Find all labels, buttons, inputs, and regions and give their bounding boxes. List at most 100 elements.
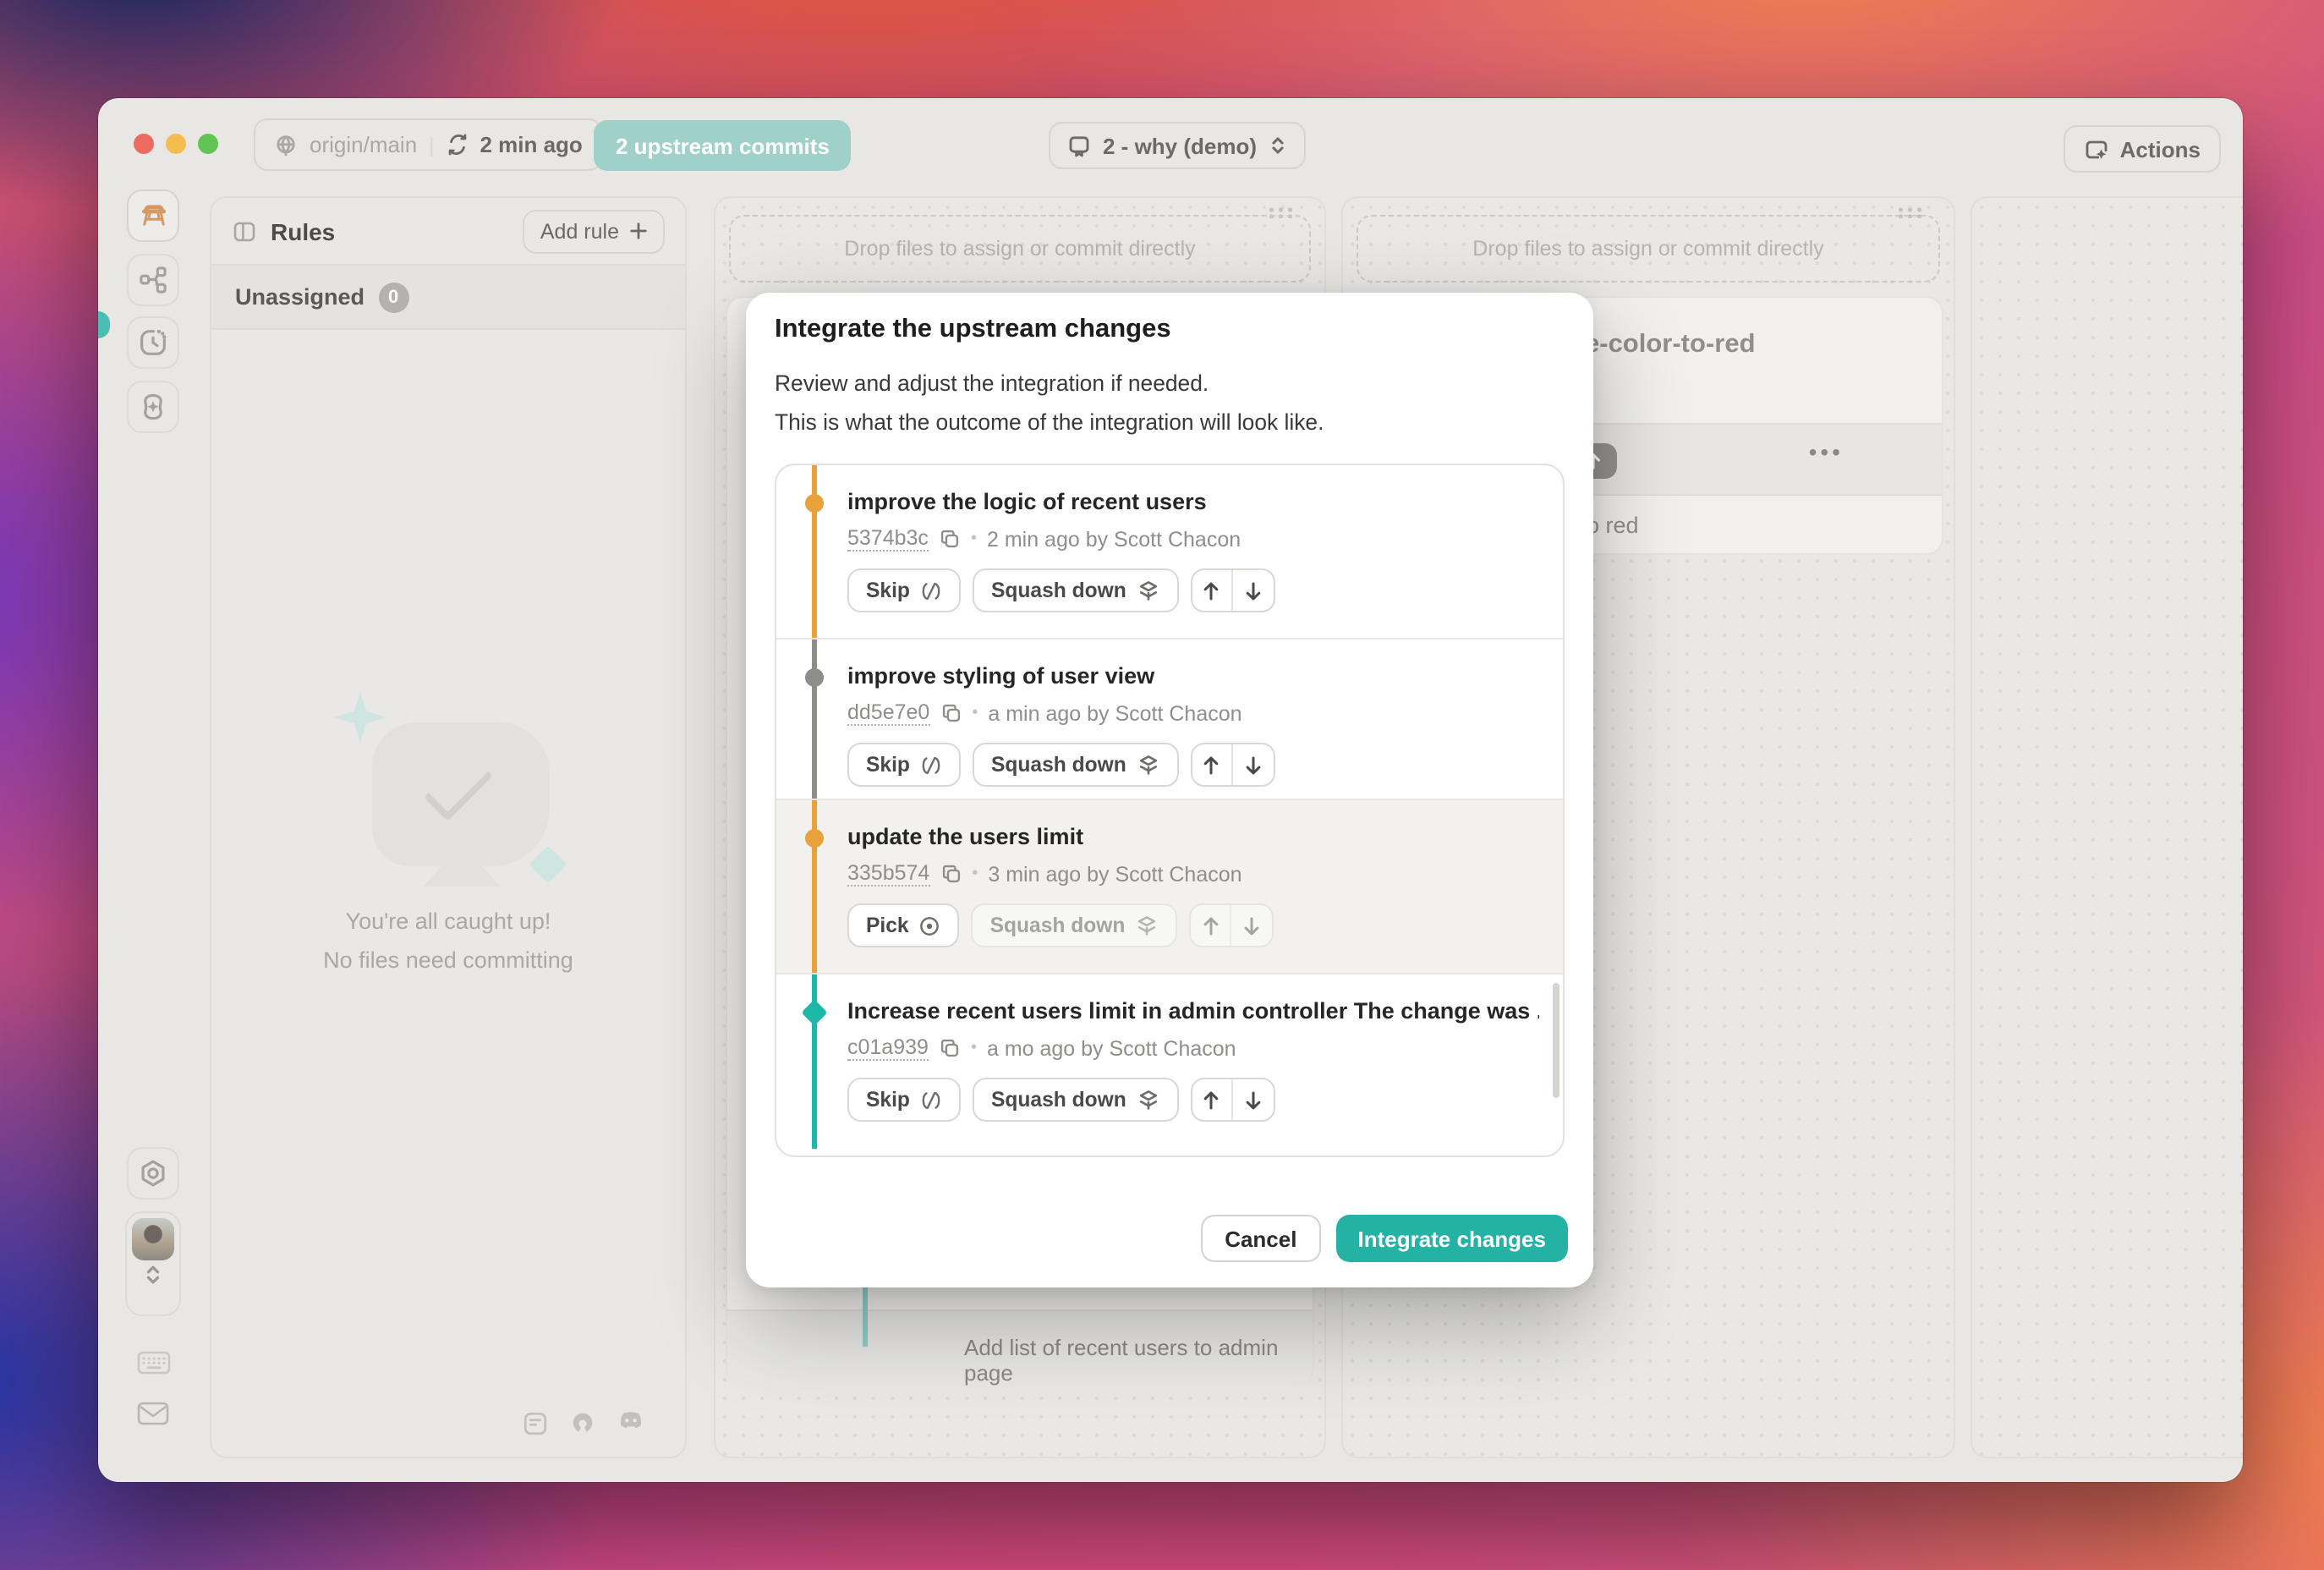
commit-meta: 335b574 • 3 min ago by Scott Chacon — [847, 861, 1242, 887]
sidebar-item-branches[interactable] — [127, 254, 179, 306]
commit-title: Increase recent users limit in admin con… — [847, 998, 1539, 1024]
copy-icon[interactable] — [939, 1037, 961, 1059]
commit-row: Increase recent users limit in admin con… — [776, 974, 1563, 1149]
squash-down-button[interactable]: Squash down — [972, 903, 1178, 947]
remote-icon — [274, 133, 298, 156]
commit-meta: dd5e7e0 • a min ago by Scott Chacon — [847, 700, 1242, 726]
rules-panel-title: Rules — [271, 217, 335, 244]
sidebar-item-assistant[interactable] — [127, 381, 179, 433]
move-up-button[interactable] — [1191, 905, 1231, 946]
squash-down-button[interactable]: Squash down — [973, 1078, 1179, 1122]
open-source-icon[interactable] — [570, 1411, 595, 1436]
commit-title: improve styling of user view — [847, 663, 1539, 689]
zoom-window-button[interactable] — [198, 134, 218, 154]
kebab-menu-icon[interactable]: ••• — [1809, 438, 1844, 465]
commit-dot-icon — [805, 668, 824, 687]
commit-row: improve the logic of recent users 5374b3… — [776, 465, 1563, 640]
upstream-commits-badge[interactable]: 2 upstream commits — [594, 120, 852, 171]
squash-down-icon — [1137, 753, 1160, 777]
empty-state-title: You're all caught up! — [211, 909, 685, 934]
commit-hash-link[interactable]: 5374b3c — [847, 526, 929, 552]
unassigned-section-header[interactable]: Unassigned 0 — [211, 266, 685, 330]
squash-down-label: Squash down — [991, 753, 1126, 777]
drop-zone-label: Drop files to assign or commit directly — [844, 237, 1195, 261]
commit-title[interactable]: o red — [1587, 513, 1639, 538]
move-up-button[interactable] — [1192, 744, 1233, 785]
avatar — [132, 1218, 174, 1260]
discord-icon[interactable] — [617, 1411, 644, 1436]
upstream-badge-label: 2 upstream commits — [616, 133, 830, 158]
move-down-button[interactable] — [1233, 1079, 1274, 1120]
add-rule-label: Add rule — [540, 219, 619, 243]
cancel-button[interactable]: Cancel — [1201, 1215, 1320, 1262]
squash-down-button[interactable]: Squash down — [973, 568, 1179, 612]
sidebar-item-workspace[interactable] — [127, 189, 179, 242]
commit-row: improve styling of user view dd5e7e0 • a… — [776, 640, 1563, 800]
reorder-buttons — [1189, 903, 1274, 947]
empty-state-subtitle: No files need committing — [211, 947, 685, 973]
sidebar-item-history[interactable] — [127, 316, 179, 369]
list-scrollbar[interactable] — [1553, 983, 1559, 1098]
drop-zone[interactable]: Drop files to assign or commit directly — [729, 215, 1311, 283]
commit-title: improve the logic of recent users — [847, 489, 1539, 514]
skip-button[interactable]: Skip — [847, 743, 961, 787]
settings-button[interactable] — [127, 1147, 179, 1199]
profile-switcher[interactable] — [125, 1211, 181, 1316]
move-up-button[interactable] — [1192, 570, 1233, 611]
workbench-icon — [138, 200, 168, 231]
copy-icon[interactable] — [940, 702, 962, 724]
squash-down-label: Squash down — [991, 1088, 1126, 1112]
skip-button[interactable]: Skip — [847, 568, 961, 612]
pick-button[interactable]: Pick — [847, 903, 960, 947]
commit-row[interactable]: Add list of recent users to admin page — [727, 1309, 1313, 1386]
commit-meta: c01a939 • a mo ago by Scott Chacon — [847, 1035, 1236, 1061]
rules-header: Rules Add rule — [211, 198, 685, 266]
empty-state-illustration — [321, 705, 575, 925]
move-down-button[interactable] — [1233, 570, 1274, 611]
move-down-button[interactable] — [1231, 905, 1272, 946]
move-up-button[interactable] — [1192, 1079, 1233, 1120]
chevron-updown-icon — [144, 1264, 162, 1286]
actions-button[interactable]: Actions — [2064, 125, 2221, 173]
unassigned-count-badge: 0 — [378, 282, 408, 312]
commit-hash-link[interactable]: c01a939 — [847, 1035, 929, 1061]
move-down-button[interactable] — [1233, 744, 1274, 785]
drop-zone[interactable]: Drop files to assign or commit directly — [1357, 215, 1940, 283]
branch-name[interactable]: e-color-to-red — [1585, 330, 1756, 360]
keyboard-icon[interactable] — [137, 1350, 171, 1375]
diamond-decoration-icon — [529, 845, 567, 883]
app-root: origin/main | 2 min ago 2 upstream commi… — [0, 0, 2324, 1570]
pick-label: Pick — [866, 914, 909, 937]
stack-lane-new: Dra bran — [1970, 196, 2243, 1458]
commit-author-time: a mo ago by Scott Chacon — [987, 1036, 1236, 1060]
gear-icon — [139, 1159, 167, 1188]
squash-down-icon — [1137, 579, 1160, 602]
plus-icon — [629, 222, 648, 240]
copy-icon[interactable] — [940, 863, 962, 885]
eye-icon — [919, 914, 941, 936]
commit-author-time: 3 min ago by Scott Chacon — [988, 862, 1241, 886]
copy-icon[interactable] — [939, 528, 961, 550]
timeline-line — [812, 465, 817, 638]
history-clock-icon — [139, 328, 167, 357]
unassigned-label: Unassigned — [235, 284, 364, 310]
minimize-window-button[interactable] — [166, 134, 186, 154]
upstream-commit-list: improve the logic of recent users 5374b3… — [775, 464, 1565, 1157]
mail-icon[interactable] — [137, 1401, 169, 1426]
skip-button[interactable]: Skip — [847, 1078, 961, 1122]
skip-icon — [920, 754, 942, 776]
rules-panel: Rules Add rule Unassigned 0 You're — [210, 196, 687, 1458]
commit-actions: Pick Squash down — [847, 903, 1274, 947]
commit-hash-link[interactable]: dd5e7e0 — [847, 700, 929, 726]
integrate-changes-button[interactable]: Integrate changes — [1335, 1215, 1568, 1262]
remote-status-pill[interactable]: origin/main | 2 min ago — [254, 118, 603, 171]
reorder-buttons — [1191, 1078, 1275, 1122]
add-rule-button[interactable]: Add rule — [523, 209, 665, 253]
commit-hash-link[interactable]: 335b574 — [847, 861, 929, 887]
changelog-icon[interactable] — [523, 1411, 548, 1436]
squash-down-button[interactable]: Squash down — [973, 743, 1179, 787]
project-selector[interactable]: 2 - why (demo) — [1049, 122, 1306, 169]
branches-icon — [139, 266, 167, 294]
meta-bullet: • — [971, 1039, 977, 1057]
close-window-button[interactable] — [134, 134, 154, 154]
